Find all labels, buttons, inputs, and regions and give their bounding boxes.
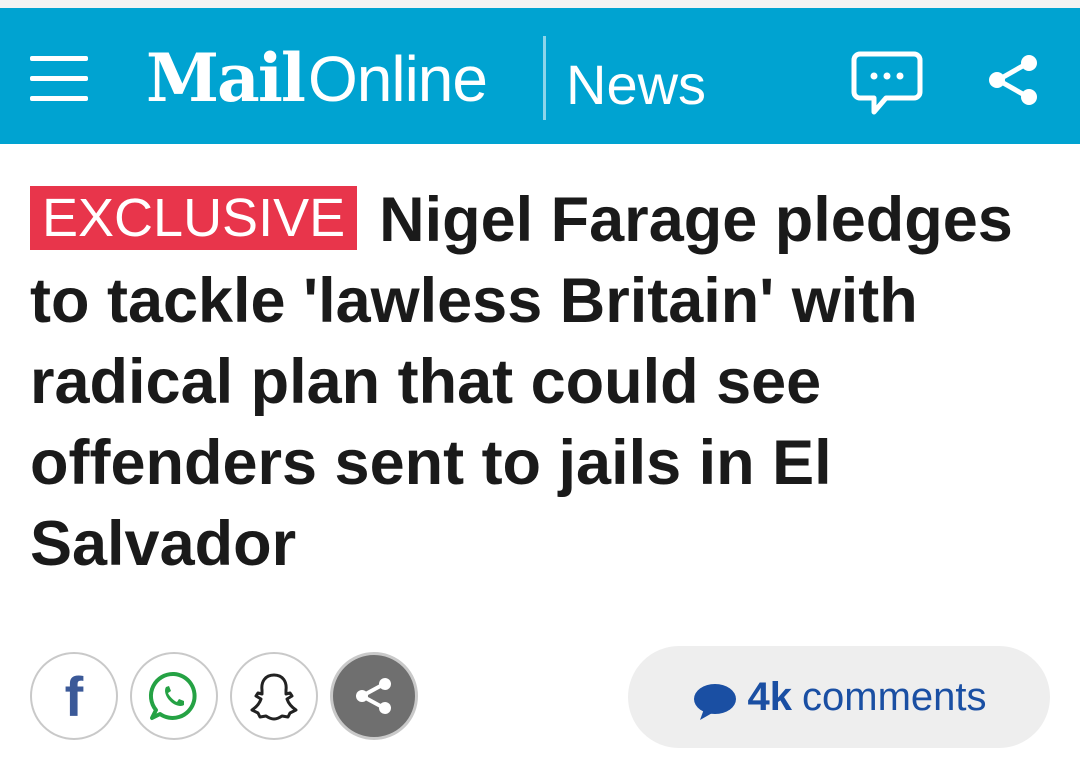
snapchat-share-button[interactable] [230,652,318,740]
menu-button[interactable] [30,46,90,110]
menu-icon-bar [30,56,88,61]
site-header: Mail Online News [0,8,1080,144]
whatsapp-share-button[interactable] [130,652,218,740]
snapchat-icon [250,673,298,721]
comment-bubble-icon [851,51,923,115]
share-icon [356,678,391,714]
facebook-icon: f [65,668,84,724]
site-logo[interactable]: Mail Online [146,36,488,120]
exclusive-badge: EXCLUSIVE [30,186,358,250]
svg-text:f: f [65,668,84,724]
comments-label: comments [802,674,987,719]
share-icon [989,55,1037,105]
whatsapp-icon [148,671,197,720]
menu-icon-bar [30,96,88,101]
logo-mail: Mail [146,39,306,117]
logo-online: Online [307,43,488,115]
header-share-button[interactable] [982,48,1046,112]
comment-bubble-icon [693,684,736,720]
comments-count: 4k [747,674,793,719]
header-divider [543,36,546,120]
share-buttons: f [30,652,418,742]
more-share-button[interactable] [330,652,418,740]
comments-button[interactable]: 4k comments [628,646,1050,748]
section-link-news[interactable]: News [566,50,706,120]
article-headline: EXCLUSIVE Nigel Farage pledges to tackle … [30,180,1050,585]
comments-icon-button[interactable] [850,46,924,120]
facebook-share-button[interactable]: f [30,652,118,740]
menu-icon-bar [30,76,88,81]
status-strip [0,0,1080,8]
